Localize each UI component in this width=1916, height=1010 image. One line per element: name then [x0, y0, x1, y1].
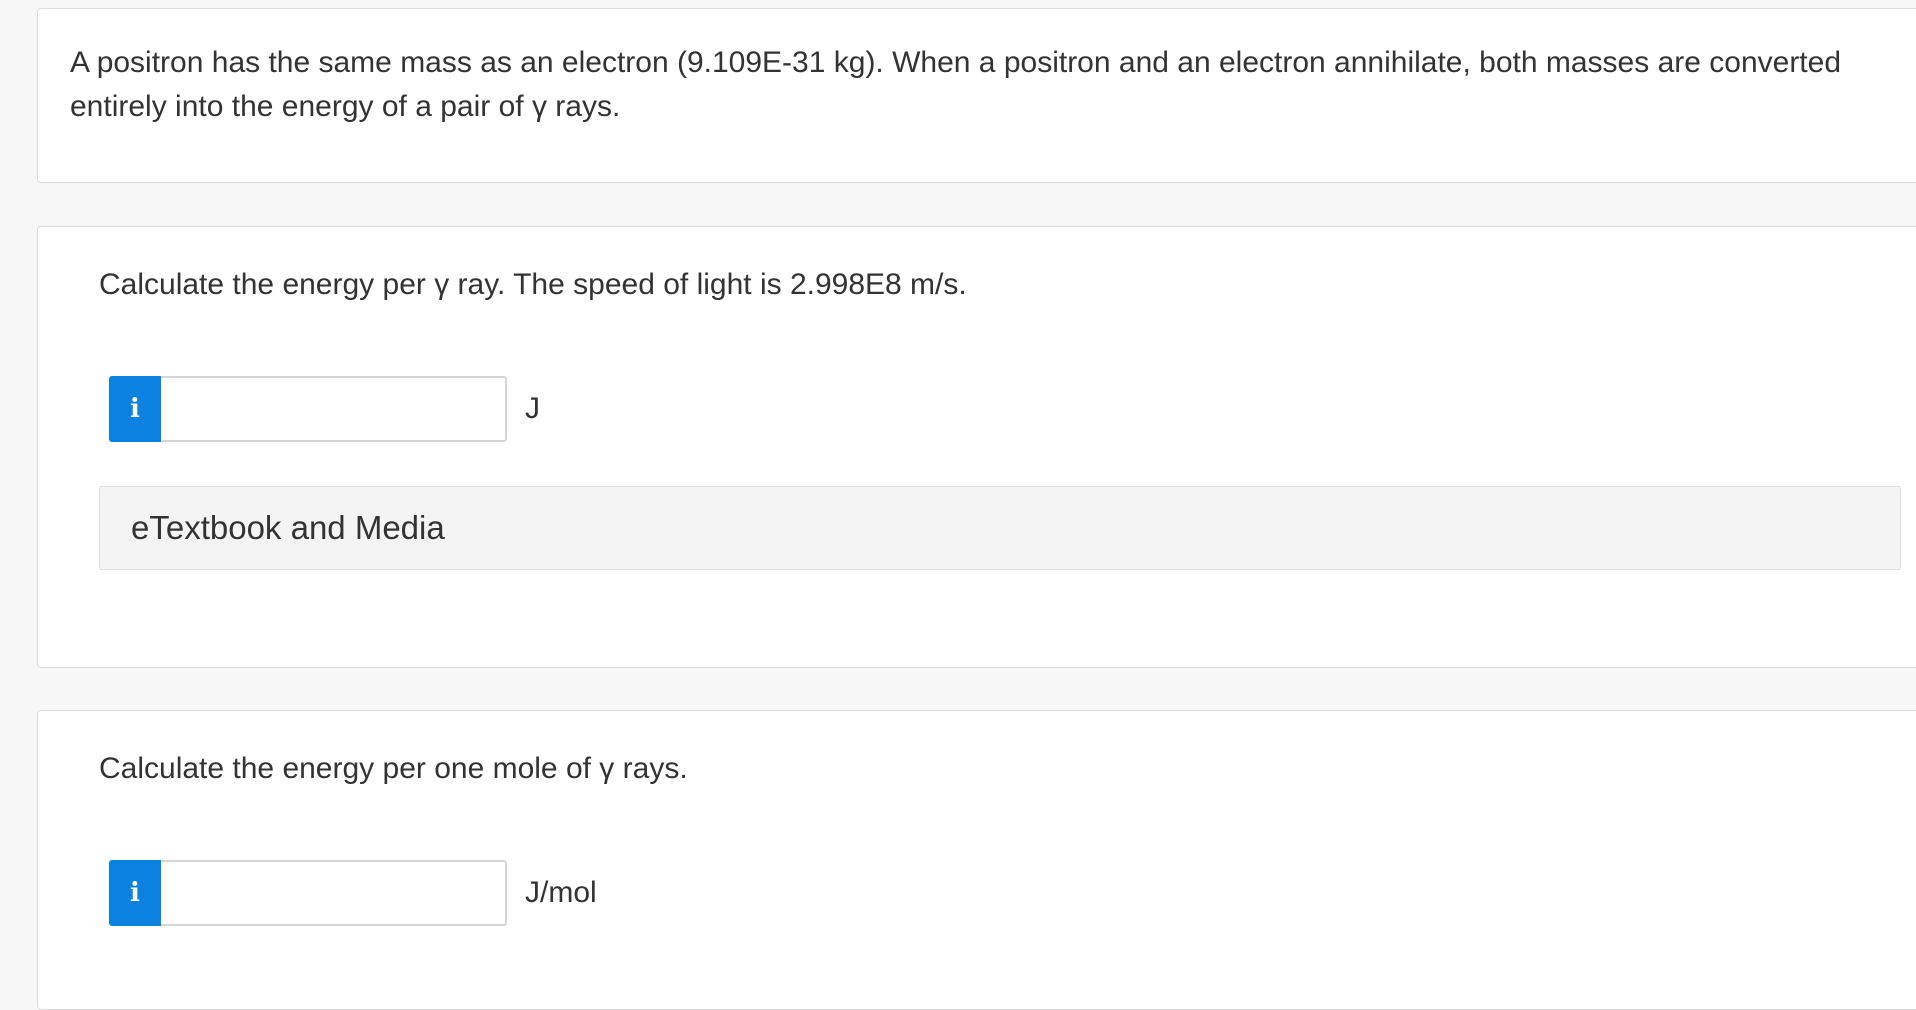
- problem-intro-card: A positron has the same mass as an elect…: [37, 8, 1916, 183]
- etextbook-media-button[interactable]: eTextbook and Media: [99, 486, 1901, 570]
- unit-label-2: J/mol: [525, 876, 597, 909]
- unit-label-1: J: [525, 392, 540, 425]
- answer-input-1[interactable]: [161, 376, 507, 442]
- question-card-1: Calculate the energy per γ ray. The spee…: [37, 226, 1916, 668]
- etextbook-media-label: eTextbook and Media: [131, 509, 445, 546]
- info-icon[interactable]: i: [109, 376, 161, 442]
- problem-statement: A positron has the same mass as an elect…: [70, 46, 1842, 123]
- answer-input-2[interactable]: [161, 860, 507, 926]
- info-icon-glyph: i: [130, 394, 140, 424]
- answer-row-1: i J: [109, 376, 540, 442]
- question-card-2: Calculate the energy per one mole of γ r…: [37, 710, 1916, 1010]
- question-prompt-1: Calculate the energy per γ ray. The spee…: [99, 268, 967, 301]
- question-prompt-2: Calculate the energy per one mole of γ r…: [99, 752, 688, 785]
- info-icon[interactable]: i: [109, 860, 161, 926]
- info-icon-glyph: i: [130, 878, 140, 908]
- answer-row-2: i J/mol: [109, 860, 597, 926]
